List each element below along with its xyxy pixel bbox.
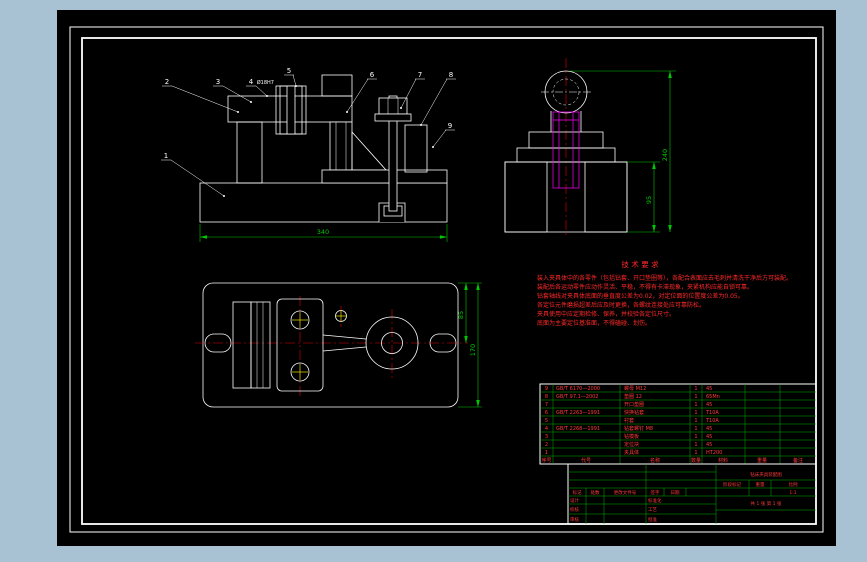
- svg-text:1: 1: [694, 394, 697, 400]
- tech-line: 钻套轴线对夹具体底面的垂直度公差为0.02，对定位面的位置度公差为0.05。: [537, 292, 744, 300]
- tech-line: 装配后各运动零件应动作灵活、平稳，不得有卡滞现象，夹紧机构应能自锁可靠。: [537, 283, 753, 291]
- role-label: 批准: [648, 516, 657, 523]
- svg-text:85: 85: [457, 311, 465, 319]
- svg-text:1: 1: [694, 450, 697, 456]
- hex-nut: [378, 97, 408, 115]
- svg-text:3: 3: [216, 78, 220, 86]
- svg-text:HT200: HT200: [706, 450, 722, 456]
- svg-text:开口垫圈: 开口垫圈: [624, 401, 644, 408]
- svg-text:170: 170: [469, 344, 477, 356]
- svg-text:45: 45: [706, 386, 712, 392]
- svg-text:材料: 材料: [718, 457, 728, 464]
- svg-text:名称: 名称: [650, 457, 660, 464]
- svg-text:T10A: T10A: [705, 418, 719, 424]
- svg-text:T10A: T10A: [705, 410, 719, 416]
- tech-line: 夹具使用中应定期检修、保养，并校验各定位尺寸。: [537, 310, 675, 318]
- svg-text:8: 8: [449, 71, 453, 79]
- svg-text:340: 340: [317, 228, 329, 236]
- svg-text:代号: 代号: [581, 457, 591, 464]
- bushing-fit-label: Ø18H7: [257, 79, 274, 86]
- svg-text:9: 9: [545, 386, 548, 392]
- scale-value: 1:1: [789, 490, 796, 496]
- rev-header: 更改文件号: [614, 489, 637, 496]
- scale-label: 比例: [789, 481, 798, 488]
- svg-text:45: 45: [706, 402, 712, 408]
- svg-text:螺母 M12: 螺母 M12: [624, 385, 646, 392]
- svg-text:备注: 备注: [793, 457, 803, 464]
- svg-text:夹具体: 夹具体: [624, 449, 639, 456]
- tech-title: 技 术 要 求: [621, 259, 659, 269]
- bom-row: 8 GB/T 97.1—2002 垫圈 12 1 65Mn: [545, 393, 720, 400]
- svg-text:钻模板: 钻模板: [624, 433, 639, 440]
- screw-boss: [329, 121, 353, 171]
- tech-line: 装入夹具体中的各零件（包括钻套、开口垫圈等），各配合表面应去毛刺并清洗干净后方可…: [537, 274, 792, 282]
- cad-viewport[interactable]: Ø18H7 340 1 2 3 4 5 6 7 8 9 95 240 85 17…: [0, 0, 867, 562]
- svg-text:9: 9: [448, 122, 452, 130]
- svg-text:1: 1: [694, 442, 697, 448]
- svg-text:GB/T 97.1—2002: GB/T 97.1—2002: [556, 394, 599, 400]
- svg-text:序号: 序号: [541, 457, 551, 464]
- svg-text:1: 1: [694, 410, 697, 416]
- svg-text:7: 7: [545, 402, 548, 408]
- svg-text:快换钻套: 快换钻套: [624, 409, 644, 416]
- svg-text:4: 4: [545, 426, 548, 432]
- role-label: 设计: [570, 497, 579, 504]
- svg-text:7: 7: [418, 71, 422, 79]
- svg-text:垫圈 12: 垫圈 12: [624, 393, 642, 400]
- svg-text:65Mn: 65Mn: [706, 394, 720, 400]
- washer: [374, 113, 412, 122]
- drawing-sheet: Ø18H7 340 1 2 3 4 5 6 7 8 9 95 240 85 17…: [57, 10, 836, 546]
- svg-text:1: 1: [694, 426, 697, 432]
- svg-text:1: 1: [694, 386, 697, 392]
- rev-header: 标记: [573, 489, 582, 496]
- sheet-info: 共 1 张 第 1 张: [751, 500, 782, 507]
- svg-text:1: 1: [694, 418, 697, 424]
- svg-text:GB/T 6170—2000: GB/T 6170—2000: [556, 386, 600, 392]
- svg-text:1: 1: [545, 450, 548, 456]
- rev-header: 签字: [651, 489, 660, 496]
- svg-text:5: 5: [287, 67, 291, 75]
- svg-text:6: 6: [545, 410, 548, 416]
- svg-text:4: 4: [249, 78, 254, 86]
- tech-line: 底面为主要定位基准面，不得磕碰、划伤。: [537, 319, 651, 327]
- svg-text:衬套: 衬套: [624, 417, 634, 424]
- svg-text:数量: 数量: [691, 457, 701, 464]
- svg-text:8: 8: [545, 394, 548, 400]
- svg-text:GB/T 2263—1991: GB/T 2263—1991: [556, 410, 600, 416]
- slide-plate: [321, 169, 448, 184]
- weight-label: 重量: [756, 481, 765, 488]
- svg-text:定位块: 定位块: [624, 441, 639, 448]
- svg-text:45: 45: [706, 426, 712, 432]
- svg-text:2: 2: [165, 78, 169, 86]
- role-label: 工艺: [648, 507, 657, 513]
- svg-text:95: 95: [645, 196, 653, 204]
- tech-line: 各定位元件磨损超差后应及时更换，各螺纹连接处应可靠防松。: [537, 301, 705, 309]
- svg-text:重量: 重量: [757, 457, 767, 464]
- svg-text:1: 1: [694, 434, 697, 440]
- svg-text:45: 45: [706, 442, 712, 448]
- bushing-bore: [286, 85, 296, 135]
- svg-text:45: 45: [706, 434, 712, 440]
- svg-text:3: 3: [545, 434, 548, 440]
- svg-text:2: 2: [545, 442, 548, 448]
- role-label: 标准化: [648, 497, 662, 504]
- svg-text:240: 240: [661, 149, 669, 161]
- svg-text:GB/T 2268—1991: GB/T 2268—1991: [556, 426, 600, 432]
- role-label: 审核: [570, 516, 579, 523]
- drawing-name: 钻床夹具装配图: [750, 471, 782, 478]
- stage-label: 阶段标记: [723, 481, 741, 488]
- rev-header: 处数: [591, 489, 600, 496]
- svg-text:钻套螺钉 M8: 钻套螺钉 M8: [624, 425, 653, 432]
- rev-header: 日期: [671, 490, 680, 496]
- svg-text:6: 6: [370, 71, 375, 79]
- role-label: 校核: [570, 506, 579, 513]
- svg-text:1: 1: [694, 402, 697, 408]
- svg-text:5: 5: [545, 418, 548, 424]
- svg-text:1: 1: [164, 152, 168, 160]
